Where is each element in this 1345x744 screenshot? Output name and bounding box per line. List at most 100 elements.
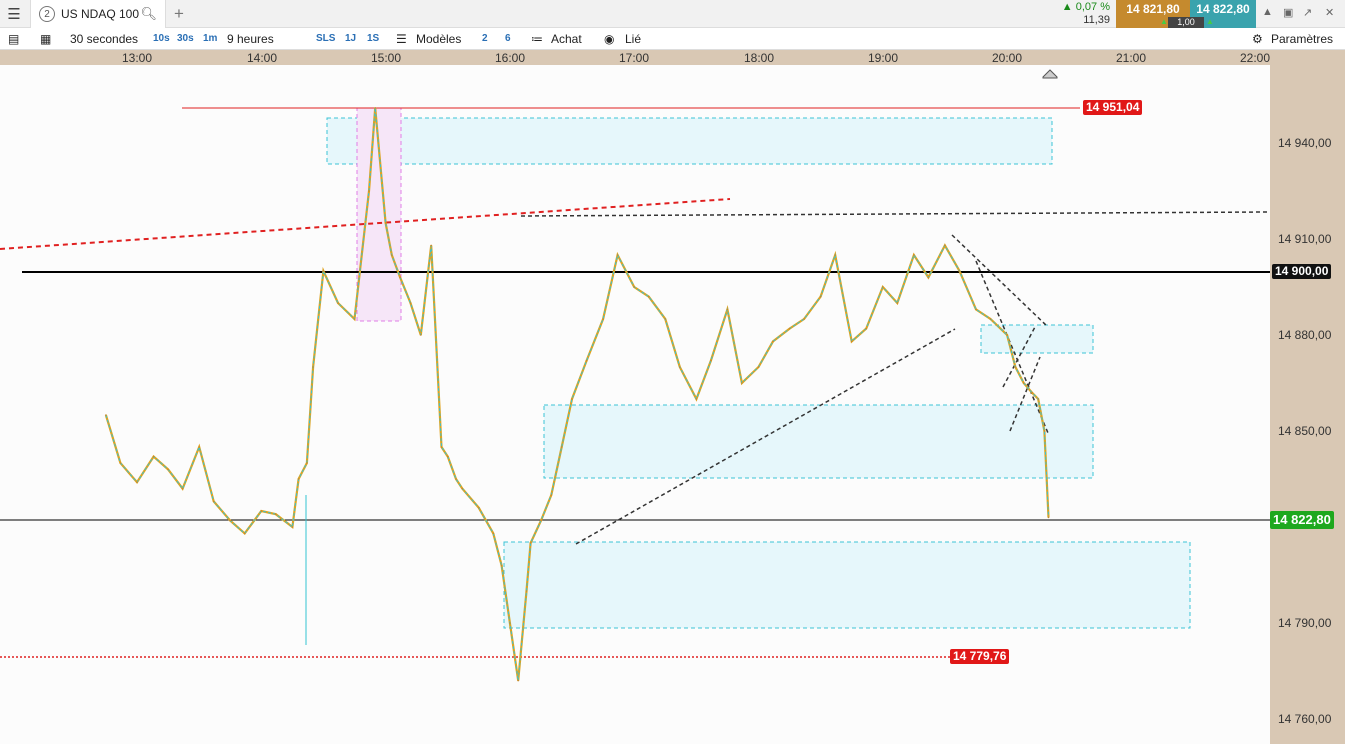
buy-up-icon: ▲ (1206, 17, 1214, 26)
series-point (509, 622, 511, 624)
gear-icon[interactable]: ⚙ (1252, 28, 1263, 50)
level-price-tag: 14 900,00 (1272, 264, 1332, 279)
series-point (525, 590, 528, 592)
range-select[interactable]: 9 heures (227, 28, 274, 50)
series-point (312, 366, 314, 368)
price-tick: 14 940,00 (1278, 136, 1332, 150)
interval-select[interactable]: 30 secondes (70, 28, 138, 50)
series-point (212, 500, 215, 503)
series-point (679, 366, 681, 368)
time-tick: 14:00 (246, 51, 278, 65)
series-point (1037, 398, 1039, 400)
tab-title: US NDAQ 100 (61, 7, 140, 21)
series-point (695, 398, 698, 400)
price-tick: 14 880,00 (1278, 328, 1332, 342)
time-tick: 21:00 (1115, 51, 1147, 65)
series-point (975, 308, 977, 311)
price-tick: 14 850,00 (1278, 424, 1332, 438)
models-6-button[interactable]: 6 (505, 28, 511, 50)
chart-toolbar: ▤ ▦ 30 secondes 10s 30s 1m 9 heures SLS … (0, 28, 1345, 50)
high-price-tag: 14 951,04 (1083, 100, 1143, 115)
detach-icon[interactable]: ↗ (1303, 6, 1312, 19)
series-point (772, 340, 774, 343)
series-point (1047, 516, 1050, 519)
series-point (374, 107, 377, 109)
series-point (500, 564, 503, 567)
series-point (540, 519, 542, 522)
range-sls-button[interactable]: SLS (316, 28, 335, 50)
series-point (260, 510, 263, 512)
series-point (803, 318, 805, 320)
tab-number-badge: 2 (39, 6, 55, 22)
series-point (353, 318, 356, 320)
add-tab-button[interactable]: + (174, 4, 184, 24)
series-point (788, 327, 791, 330)
interval-30s-button[interactable]: 30s (177, 28, 194, 50)
series-point (550, 494, 553, 496)
change-display: ▲ 0,07 % 11,39 (1050, 0, 1110, 28)
models-icon[interactable]: ☰ (396, 28, 407, 50)
series-point (337, 302, 339, 304)
range-1s-button[interactable]: 1S (367, 28, 379, 50)
sell-up-icon: ▲ (1160, 17, 1168, 26)
chart-list-icon[interactable]: ▤ (8, 28, 19, 50)
series-point (198, 446, 200, 448)
series-point (455, 478, 457, 480)
interval-1m-button[interactable]: 1m (203, 28, 217, 50)
price-tick: 14 790,00 (1278, 616, 1332, 630)
time-tick: 18:00 (743, 51, 775, 65)
series-point (633, 286, 635, 288)
series-point (409, 302, 412, 304)
series-point (1014, 366, 1017, 368)
price-tick: 14 760,00 (1278, 712, 1332, 726)
minimize-icon[interactable]: ▣ (1283, 6, 1293, 19)
series-point (291, 526, 294, 528)
series-point (243, 532, 246, 535)
models-2-button[interactable]: 2 (482, 28, 488, 50)
series-point (865, 327, 867, 330)
series-point (152, 455, 155, 458)
series-point (229, 519, 231, 522)
buy-button[interactable]: Achat (551, 28, 582, 50)
price-tick: 14 910,00 (1278, 232, 1332, 246)
change-pct-value: 0,07 % (1075, 1, 1110, 13)
series-point (571, 398, 573, 400)
models-button[interactable]: Modèles (416, 28, 461, 50)
series-point (440, 446, 443, 448)
interval-10s-button[interactable]: 10s (153, 28, 170, 50)
zone-box (980, 324, 1094, 354)
series-point (306, 462, 308, 464)
series-point (322, 270, 325, 272)
layout-icon[interactable]: ▦ (40, 28, 51, 50)
link-icon[interactable]: ◉ (604, 28, 614, 50)
series-point (478, 507, 480, 509)
linked-button[interactable]: Lié (625, 28, 641, 50)
series-point (560, 446, 563, 448)
caret-icon[interactable]: ▲ (1262, 6, 1273, 18)
series-point (1043, 430, 1046, 432)
series-point (181, 487, 184, 490)
series-point (1022, 382, 1025, 384)
series-point (834, 254, 836, 256)
series-point (726, 308, 729, 311)
low-price-tag: 14 779,76 (950, 649, 1010, 664)
search-icon[interactable]: 🔍︎ (140, 6, 157, 22)
trend-line (520, 211, 1268, 217)
time-tick: 16:00 (494, 51, 526, 65)
series-point (136, 481, 138, 484)
close-icon[interactable]: ✕ (1325, 6, 1334, 19)
series-point (529, 542, 532, 544)
settings-button[interactable]: Paramètres (1271, 28, 1333, 50)
change-pct: ▲ 0,07 % (1061, 1, 1110, 13)
range-1j-button[interactable]: 1J (345, 28, 356, 50)
price-chart[interactable] (0, 65, 1270, 744)
hamburger-icon[interactable]: ☰ (0, 0, 28, 28)
indicator-icon[interactable]: ≔ (531, 28, 543, 50)
time-tick: 19:00 (867, 51, 899, 65)
series-point (989, 318, 992, 320)
series-point (1006, 334, 1008, 336)
chart-svg (0, 69, 1270, 682)
tab-us-ndaq-100[interactable]: 2 US NDAQ 100 🔍︎ (30, 0, 166, 28)
series-point (399, 276, 401, 279)
time-tick: 17:00 (618, 51, 650, 65)
